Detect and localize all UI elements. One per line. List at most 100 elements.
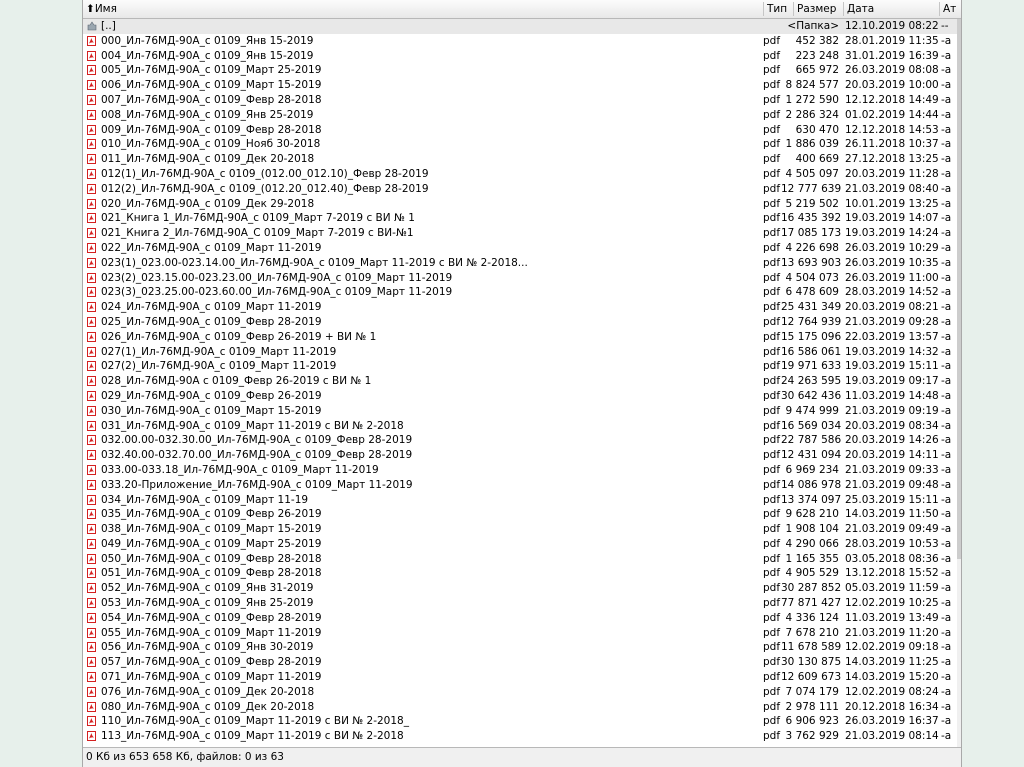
file-type: pdf xyxy=(763,212,781,225)
file-row[interactable]: 035_Ил-76МД-90А_с 0109_Февр 26-2019 pdf 9 … xyxy=(83,507,957,522)
file-row[interactable]: 032.40.00-032.70.00_Ил-76МД-90А_с 0109_Ф… xyxy=(83,448,957,463)
file-type: pdf xyxy=(763,286,781,299)
file-row[interactable]: 020_Ил-76МД-90А_с 0109_Дек 29-2018 pdf 5 2… xyxy=(83,197,957,212)
pdf-icon xyxy=(87,257,96,268)
file-date: 26.11.2018 10:37 xyxy=(845,138,939,151)
file-list[interactable]: [..] <Папка> 12.10.2019 08:22 -- 000_Ил-76МД… xyxy=(83,19,957,747)
column-type-header[interactable]: Тип xyxy=(767,0,793,18)
file-row[interactable]: 024_Ил-76МД-90А_с 0109_Март 11-2019 pdf 25… xyxy=(83,300,957,315)
file-row[interactable]: 023(3)_023.25.00-023.60.00_Ил-76МД-90А_с… xyxy=(83,285,957,300)
pdf-icon xyxy=(87,494,96,505)
file-date: 21.03.2019 09:19 xyxy=(845,404,939,417)
file-type: pdf xyxy=(763,375,781,388)
file-row[interactable]: 052_Ил-76МД-90А_с 0109_Янв 31-2019 pdf 30 … xyxy=(83,581,957,596)
file-row[interactable]: 113_Ил-76МД-90А_с 0109_Март 11-2019 с ВИ… xyxy=(83,729,957,744)
column-divider[interactable] xyxy=(843,2,844,16)
file-type: pdf xyxy=(763,330,781,343)
column-divider[interactable] xyxy=(939,2,940,16)
file-attributes: -a xyxy=(941,404,952,417)
file-row[interactable]: 051_Ил-76МД-90А_с 0109_Февр 28-2018 pdf 4 … xyxy=(83,566,957,581)
file-row[interactable]: 021_Книга 1_Ил-76МД-90А_с 0109_Март 7-20… xyxy=(83,211,957,226)
file-date: 28.01.2019 11:35 xyxy=(845,34,939,47)
file-attributes: -a xyxy=(941,301,952,314)
file-date: 14.03.2019 11:50 xyxy=(845,508,939,521)
file-row[interactable]: 110_Ил-76МД-90А_с 0109_Март 11-2019 с ВИ… xyxy=(83,714,957,729)
file-row[interactable]: 055_Ил-76МД-90А_с 0109_Март 11-2019 pdf 7 … xyxy=(83,626,957,641)
file-type: pdf xyxy=(763,611,781,624)
file-row[interactable]: 004_Ил-76МД-90А_с 0109_Янв 15-2019 pdf 223… xyxy=(83,49,957,64)
file-row[interactable]: 023(1)_023.00-023.14.00_Ил-76МД-90А_с 01… xyxy=(83,256,957,271)
file-row[interactable]: 049_Ил-76МД-90А_с 0109_Март 25-2019 pdf 4 … xyxy=(83,537,957,552)
file-date: 11.03.2019 14:48 xyxy=(845,389,939,402)
file-date: 12.02.2019 10:25 xyxy=(845,597,939,610)
file-row[interactable]: 006_Ил-76МД-90А_с 0109_Март 15-2019 pdf 8 … xyxy=(83,78,957,93)
file-name: 050_Ил-76МД-90А_с 0109_Февр 28-2018 xyxy=(101,552,322,565)
file-row[interactable]: 028_Ил-76МД-90А с 0109_Февр 26-2019 с ВИ… xyxy=(83,374,957,389)
column-divider[interactable] xyxy=(793,2,794,16)
file-row[interactable]: 010_Ил-76МД-90А_с 0109_Нояб 30-2018 pdf 1 … xyxy=(83,137,957,152)
file-date: 28.03.2019 14:52 xyxy=(845,286,939,299)
file-row[interactable]: 054_Ил-76МД-90А_с 0109_Февр 28-2019 pdf 4 … xyxy=(83,611,957,626)
file-name: 032.00.00-032.30.00_Ил-76МД-90А_с 0109_Ф… xyxy=(101,434,413,447)
file-name: 051_Ил-76МД-90А_с 0109_Февр 28-2018 xyxy=(101,567,322,580)
file-row[interactable]: [..] <Папка> 12.10.2019 08:22 -- xyxy=(83,19,957,34)
file-attributes: -a xyxy=(941,49,952,62)
file-name: 028_Ил-76МД-90А с 0109_Февр 26-2019 с ВИ… xyxy=(101,375,372,388)
column-size-header[interactable]: Размер xyxy=(797,0,843,18)
file-type: pdf xyxy=(763,404,781,417)
file-row[interactable]: 022_Ил-76МД-90А_с 0109_Март 11-2019 pdf 4 … xyxy=(83,241,957,256)
column-name-header[interactable]: ⬆Имя xyxy=(86,0,762,18)
pdf-icon xyxy=(87,686,96,697)
file-row[interactable]: 027(2)_Ил-76МД-90А_с 0109_Март 11-2019 pd… xyxy=(83,359,957,374)
file-row[interactable]: 026_Ил-76МД-90А_с 0109_Февр 26-2019 + ВИ… xyxy=(83,330,957,345)
file-row[interactable]: 000_Ил-76МД-90А_с 0109_Янв 15-2019 pdf 452… xyxy=(83,34,957,49)
file-row[interactable]: 057_Ил-76МД-90А_с 0109_Февр 28-2019 pdf 30… xyxy=(83,655,957,670)
file-row[interactable]: 031_Ил-76МД-90А_с 0109_Март 11-2019 с ВИ… xyxy=(83,419,957,434)
file-row[interactable]: 050_Ил-76МД-90А_с 0109_Февр 28-2018 pdf 1 … xyxy=(83,552,957,567)
file-date: 12.02.2019 09:18 xyxy=(845,641,939,654)
file-row[interactable]: 005_Ил-76МД-90А_с 0109_Март 25-2019 pdf 66… xyxy=(83,63,957,78)
file-row[interactable]: 053_Ил-76МД-90А_с 0109_Янв 25-2019 pdf 77 … xyxy=(83,596,957,611)
vertical-scrollbar[interactable] xyxy=(957,19,961,747)
column-date-header[interactable]: Дата xyxy=(847,0,937,18)
file-row[interactable]: 008_Ил-76МД-90А_с 0109_Янв 25-2019 pdf 2 2… xyxy=(83,108,957,123)
file-row[interactable]: 025_Ил-76МД-90А_с 0109_Февр 28-2019 pdf 12… xyxy=(83,315,957,330)
file-date: 12.12.2018 14:49 xyxy=(845,93,939,106)
file-type: pdf xyxy=(763,730,781,743)
file-type: pdf xyxy=(763,93,781,106)
file-row[interactable]: 032.00.00-032.30.00_Ил-76МД-90А_с 0109_Ф… xyxy=(83,433,957,448)
status-bar: 0 Кб из 653 658 Кб, файлов: 0 из 63 xyxy=(83,747,961,767)
file-type: pdf xyxy=(763,493,781,506)
file-attributes: -a xyxy=(941,271,952,284)
file-row[interactable]: 056_Ил-76МД-90А_с 0109_Янв 30-2019 pdf 11 … xyxy=(83,640,957,655)
file-size: 9 474 999 xyxy=(785,404,839,417)
file-row[interactable]: 012(1)_Ил-76МД-90А_с 0109_(012.00_012.10… xyxy=(83,167,957,182)
file-type: pdf xyxy=(763,537,781,550)
column-attr-header[interactable]: Ат xyxy=(943,0,959,18)
file-row[interactable]: 029_Ил-76МД-90А_с 0109_Февр 26-2019 pdf 30… xyxy=(83,389,957,404)
file-row[interactable]: 027(1)_Ил-76МД-90А_с 0109_Март 11-2019 pd… xyxy=(83,345,957,360)
file-type: pdf xyxy=(763,49,781,62)
file-name: 021_Книга 2_Ил-76МД-90А_С 0109_Март 7-20… xyxy=(101,227,414,240)
file-size: 16 569 034 xyxy=(781,419,842,432)
scrollbar-thumb[interactable] xyxy=(957,19,961,559)
pdf-icon xyxy=(87,464,96,475)
file-row[interactable]: 071_Ил-76МД-90А_с 0109_Март 11-2019 pdf 12… xyxy=(83,670,957,685)
file-row[interactable]: 023(2)_023.15.00-023.23.00_Ил-76МД-90А_с… xyxy=(83,271,957,286)
file-row[interactable]: 007_Ил-76МД-90А_с 0109_Февр 28-2018 pdf 1 … xyxy=(83,93,957,108)
file-row[interactable]: 038_Ил-76МД-90А_с 0109_Март 15-2019 pdf 1 … xyxy=(83,522,957,537)
file-row[interactable]: 011_Ил-76МД-90А_с 0109_Дек 20-2018 pdf 400… xyxy=(83,152,957,167)
file-row[interactable]: 030_Ил-76МД-90А_с 0109_Март 15-2019 pdf 9 … xyxy=(83,404,957,419)
file-row[interactable]: 033.00-033.18_Ил-76МД-90А_с 0109_Март 11… xyxy=(83,463,957,478)
file-row[interactable]: 009_Ил-76МД-90А_с 0109_Февр 28-2018 pdf 63… xyxy=(83,123,957,138)
file-row[interactable]: 033.20-Приложение_Ил-76МД-90А_с 0109_Мар… xyxy=(83,478,957,493)
file-row[interactable]: 080_Ил-76МД-90А_с 0109_Дек 20-2018 pdf 2 9… xyxy=(83,700,957,715)
file-attributes: -a xyxy=(941,508,952,521)
file-row[interactable]: 012(2)_Ил-76МД-90А_с 0109_(012.20_012.40… xyxy=(83,182,957,197)
column-divider[interactable] xyxy=(763,2,764,16)
file-row[interactable]: 034_Ил-76МД-90А_с 0109_Март 11-19 pdf 13 3… xyxy=(83,493,957,508)
file-row[interactable]: 076_Ил-76МД-90А_с 0109_Дек 20-2018 pdf 7 0… xyxy=(83,685,957,700)
file-row[interactable]: 021_Книга 2_Ил-76МД-90А_С 0109_Март 7-20… xyxy=(83,226,957,241)
file-date: 19.03.2019 14:24 xyxy=(845,227,939,240)
file-attributes: -a xyxy=(941,523,952,536)
